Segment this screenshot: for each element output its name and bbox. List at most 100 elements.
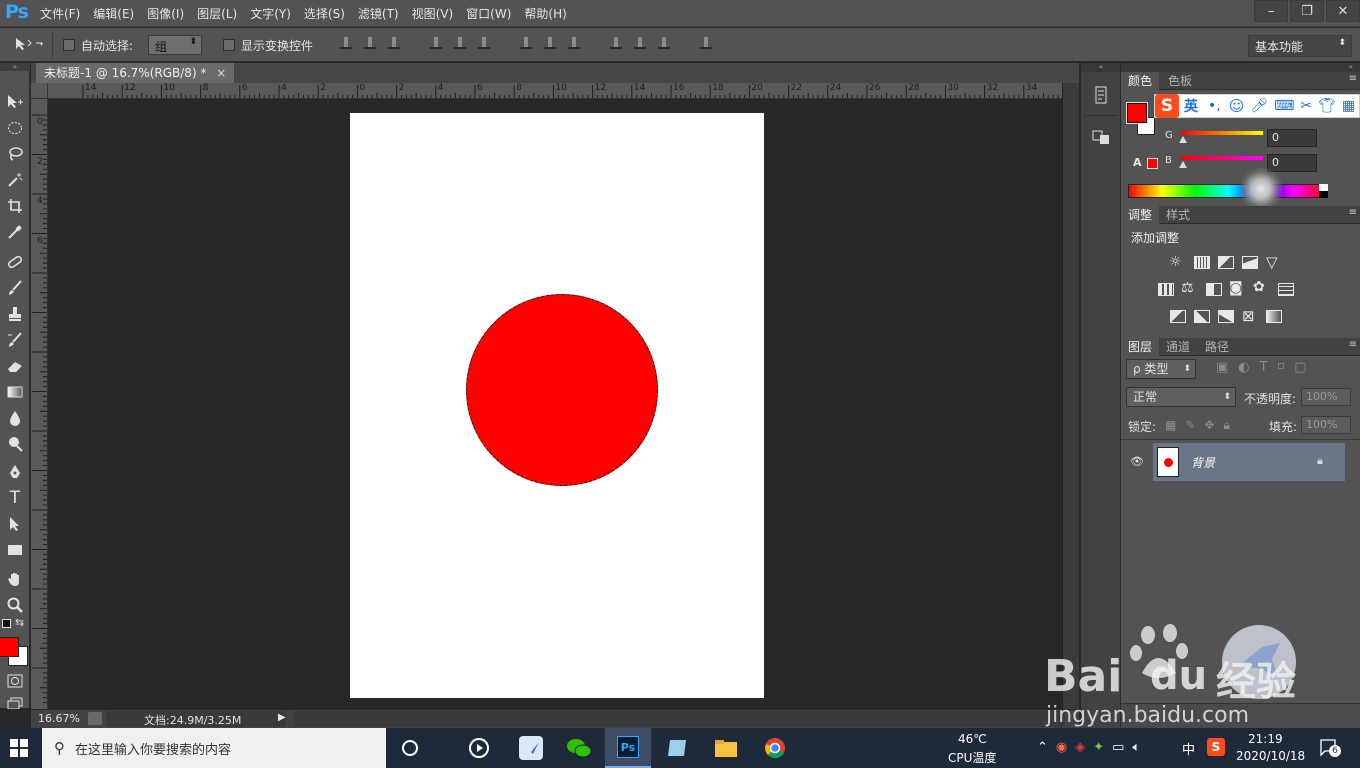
gradient-tool-icon[interactable] <box>4 381 26 403</box>
blur-tool-icon[interactable] <box>4 407 26 429</box>
align-vcenter-icon[interactable] <box>364 37 376 49</box>
zoom-tool-icon[interactable] <box>4 594 26 616</box>
taskbar-search[interactable]: ⚲ 在这里输入你要搜索的内容 <box>42 728 386 768</box>
tray-network-icon[interactable]: ▭ <box>1112 740 1124 755</box>
tab-color[interactable]: 颜色 <box>1121 72 1160 90</box>
distribute-bottom-icon[interactable] <box>568 37 580 49</box>
tray-sogou-icon[interactable]: S <box>1207 738 1225 756</box>
curves-adjust-icon[interactable] <box>1218 256 1234 269</box>
filter-smart-object-icon[interactable]: ▢ <box>1294 360 1306 375</box>
rectangle-tool-icon[interactable] <box>4 539 26 561</box>
marquee-tool-icon[interactable] <box>4 117 26 139</box>
channel-g-slider[interactable] <box>1181 131 1263 135</box>
red-circle-selection[interactable] <box>466 294 658 486</box>
close-button[interactable]: ✕ <box>1326 0 1360 22</box>
panel-menu-icon[interactable]: ≡ <box>1349 207 1357 218</box>
blend-mode-dropdown[interactable]: 正常 ⬍ <box>1126 387 1236 407</box>
layer-name[interactable]: 背景 <box>1191 454 1215 471</box>
menu-item-4[interactable]: 文字(Y) <box>250 5 291 22</box>
panel-menu-icon[interactable]: ≡ <box>1349 73 1357 84</box>
tray-volume-icon[interactable]: 🔈︎ <box>1132 740 1140 755</box>
menu-item-2[interactable]: 图像(I) <box>147 5 184 22</box>
tab-paths[interactable]: 路径 <box>1198 338 1236 356</box>
ime-skin-icon[interactable]: 👕︎ <box>1318 98 1336 114</box>
swap-colors-icon[interactable]: ⇆ <box>15 616 24 629</box>
menu-item-9[interactable]: 帮助(H) <box>524 5 566 22</box>
align-left-icon[interactable] <box>430 37 442 49</box>
menu-item-3[interactable]: 图层(L) <box>197 5 237 22</box>
lock-all-icon[interactable]: 🔒︎ <box>1223 418 1229 433</box>
taskbar-app-feishu-icon[interactable] <box>508 728 554 768</box>
menu-item-8[interactable]: 窗口(W) <box>466 5 511 22</box>
filter-adjustment-icon[interactable]: ◐ <box>1238 360 1249 375</box>
fill-value[interactable]: 100% <box>1301 416 1351 434</box>
pen-tool-icon[interactable] <box>4 461 26 483</box>
properties-panel-icon[interactable] <box>1089 125 1113 149</box>
healing-brush-tool-icon[interactable] <box>4 251 26 273</box>
align-right-icon[interactable] <box>478 37 490 49</box>
tab-channels[interactable]: 通道 <box>1159 338 1197 356</box>
layer-filter-dropdown[interactable]: ρ 类型 ⬍ <box>1126 359 1196 379</box>
taskbar-app-notes-icon[interactable] <box>654 728 700 768</box>
distribute-vcenter-icon[interactable] <box>544 37 556 49</box>
foreground-color-swatch[interactable] <box>0 637 19 657</box>
posterize-adjust-icon[interactable] <box>1194 310 1210 323</box>
zoom-level[interactable]: 16.67% <box>38 712 80 725</box>
status-info-icon[interactable] <box>88 712 102 725</box>
move-tool-preset-icon[interactable] <box>14 36 44 55</box>
layer-visibility-icon[interactable]: 👁︎ <box>1130 455 1144 468</box>
type-tool-icon[interactable]: T <box>4 487 26 509</box>
taskbar-app-photoshop-icon[interactable]: Ps <box>605 728 651 768</box>
taskbar-app-explorer-icon[interactable] <box>703 728 749 768</box>
ime-toolbox-icon[interactable]: ✂ <box>1300 98 1312 114</box>
levels-adjust-icon[interactable] <box>1194 256 1210 269</box>
menu-item-7[interactable]: 视图(V) <box>412 5 454 22</box>
selective-color-adjust-icon[interactable]: ⊠ <box>1242 307 1255 325</box>
brightness-adjust-icon[interactable]: ☼ <box>1169 254 1182 270</box>
tray-cloud-icon[interactable]: ✦ <box>1093 740 1104 755</box>
ime-punctuation-icon[interactable]: •, <box>1208 98 1221 114</box>
dock-collapse-icon[interactable]: « <box>1081 63 1121 72</box>
tab-adjustments[interactable]: 调整 <box>1121 206 1160 224</box>
filter-type-icon[interactable]: T <box>1260 360 1268 375</box>
gamut-warning-icon[interactable]: A <box>1133 156 1142 169</box>
tab-swatches[interactable]: 色板 <box>1161 72 1199 90</box>
tab-layers[interactable]: 图层 <box>1121 338 1160 356</box>
filter-shape-icon[interactable]: ⌑ <box>1278 360 1285 375</box>
ruler-origin[interactable] <box>31 83 48 99</box>
auto-select-checkbox[interactable] <box>63 39 75 51</box>
channel-mixer-adjust-icon[interactable]: ✿ <box>1253 279 1265 295</box>
align-bottom-icon[interactable] <box>388 37 400 49</box>
sogou-logo[interactable]: S <box>1155 94 1179 118</box>
history-brush-tool-icon[interactable] <box>4 329 26 351</box>
tab-styles[interactable]: 样式 <box>1159 206 1197 224</box>
layer-row-background[interactable]: 👁︎ 背景 🔒︎ <box>1121 443 1360 481</box>
color-panel-foreground-swatch[interactable] <box>1126 102 1148 124</box>
distribute-right-icon[interactable] <box>658 37 670 49</box>
input-language[interactable]: 中 <box>1182 739 1195 758</box>
move-tool-icon[interactable] <box>4 91 26 113</box>
threshold-adjust-icon[interactable] <box>1218 310 1234 323</box>
eraser-tool-icon[interactable] <box>4 355 26 377</box>
tray-expand-icon[interactable]: ⌃ <box>1037 740 1048 755</box>
spectrum-black[interactable] <box>1319 191 1328 198</box>
clone-stamp-tool-icon[interactable] <box>4 303 26 325</box>
clock-time[interactable]: 21:19 <box>1248 732 1283 746</box>
menu-item-6[interactable]: 滤镜(T) <box>358 5 399 22</box>
clock-date[interactable]: 2020/10/18 <box>1236 749 1305 763</box>
align-hcenter-icon[interactable] <box>454 37 466 49</box>
close-tab-icon[interactable]: × <box>216 66 226 80</box>
magic-wand-tool-icon[interactable] <box>4 169 26 191</box>
menu-item-0[interactable]: 文件(F) <box>40 5 80 22</box>
workspace-dropdown[interactable]: 基本功能 ⬍ <box>1248 35 1352 57</box>
brush-tool-icon[interactable] <box>4 277 26 299</box>
tray-app-icon[interactable]: ◉ <box>1056 740 1067 755</box>
auto-align-icon[interactable] <box>700 37 712 49</box>
lock-position-icon[interactable]: ✥ <box>1204 418 1214 433</box>
panel-menu-icon[interactable]: ≡ <box>1349 339 1357 350</box>
invert-adjust-icon[interactable] <box>1170 310 1186 323</box>
filter-pixel-icon[interactable]: ▣ <box>1216 360 1228 375</box>
dodge-tool-icon[interactable] <box>4 433 26 455</box>
color-lookup-adjust-icon[interactable] <box>1278 283 1294 296</box>
horizontal-scrollbar[interactable] <box>293 711 1065 727</box>
